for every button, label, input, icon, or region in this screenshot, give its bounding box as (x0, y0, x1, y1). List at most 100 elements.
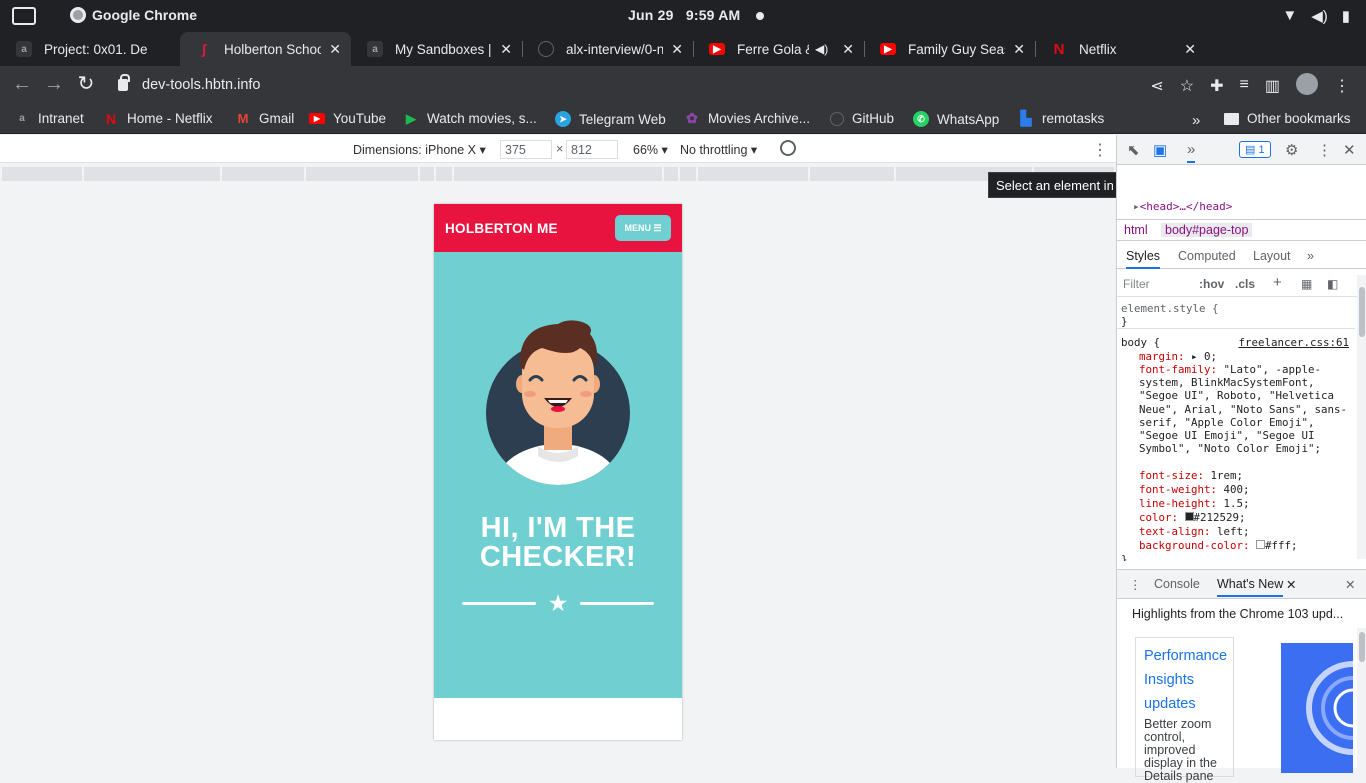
css-prop-color[interactable]: color: #212529; (1139, 511, 1246, 524)
body-rule-selector[interactable]: body { (1121, 336, 1160, 349)
bookmark-star-icon[interactable]: ☆ (1180, 76, 1194, 96)
tab-computed[interactable]: Computed (1178, 249, 1236, 263)
lock-icon[interactable] (118, 74, 130, 91)
element-style-rule[interactable]: element.style { (1121, 302, 1219, 315)
close-tab-icon[interactable]: ✕ (1184, 41, 1196, 58)
ruler-segment[interactable] (222, 167, 304, 181)
ruler-segment[interactable] (2, 167, 82, 181)
whats-new-scrollbar[interactable] (1357, 628, 1366, 768)
tab-project[interactable]: a Project: 0x01. De (0, 32, 180, 66)
system-tray[interactable]: ▼ ◀) ▮ (1282, 7, 1350, 25)
source-link[interactable]: freelancer.css:61 (1238, 336, 1349, 349)
ruler-segment[interactable] (698, 167, 808, 181)
close-tab-icon[interactable]: ✕ (671, 41, 683, 58)
rotate-icon[interactable] (780, 140, 796, 156)
css-prop-background-color[interactable]: background-color: #fff; (1139, 539, 1298, 552)
device-toggle-icon[interactable]: ▣ (1153, 141, 1167, 159)
card-title[interactable]: Performance Insights updates (1144, 644, 1236, 716)
bookmark-telegram[interactable]: ➤ Telegram Web (555, 111, 666, 127)
expand-arrow-icon[interactable]: ▸ (1133, 200, 1140, 213)
dimensions-select[interactable]: Dimensions: iPhone X ▾ (353, 142, 486, 157)
tab-console[interactable]: Console (1154, 577, 1200, 591)
bookmark-youtube[interactable]: ▶ YouTube (309, 111, 386, 126)
scroll-thumb[interactable] (1359, 632, 1365, 662)
volume-icon[interactable]: ◀) (1311, 7, 1328, 25)
ruler-segment[interactable] (664, 167, 678, 181)
close-tab-icon[interactable]: ✕ (329, 41, 341, 58)
tab-family-guy[interactable]: ▶ Family Guy Seaso ✕ (864, 32, 1035, 66)
tab-netflix[interactable]: N Netflix ✕ (1035, 32, 1206, 66)
media-controls-icon[interactable]: ≡ (1240, 76, 1249, 96)
close-tab-icon[interactable]: ✕ (500, 41, 512, 58)
new-rule-icon[interactable]: + (1273, 274, 1282, 291)
bookmark-gmail[interactable]: M Gmail (235, 111, 295, 126)
extensions-icon[interactable]: ✚ (1210, 76, 1223, 96)
bookmark-watch-movies[interactable]: ▶ Watch movies, s... (403, 111, 537, 127)
filter-input[interactable]: Filter (1123, 277, 1150, 291)
close-tab-icon[interactable]: ✕ (1013, 41, 1025, 58)
ruler-segment[interactable] (810, 167, 894, 181)
ruler-segment[interactable] (454, 167, 662, 181)
close-whats-new-icon[interactable]: ✕ (1286, 577, 1296, 592)
ruler-segment[interactable] (420, 167, 434, 181)
reload-icon[interactable]: ↻ (75, 74, 97, 96)
side-panel-icon[interactable]: ▥ (1265, 76, 1280, 96)
share-icon[interactable]: ⋖ (1150, 76, 1163, 96)
devtools-menu-icon[interactable]: ⋮ (1317, 141, 1332, 159)
close-devtools-icon[interactable]: ✕ (1343, 141, 1356, 159)
media-query-ruler[interactable] (0, 166, 1116, 182)
ruler-segment[interactable] (84, 167, 220, 181)
cls-toggle[interactable]: .cls (1235, 277, 1255, 291)
tab-sandboxes[interactable]: a My Sandboxes | A ✕ (351, 32, 522, 66)
tab-ferre-gola[interactable]: ▶ Ferre Gola & F ◀) ✕ (693, 32, 864, 66)
more-bookmarks-icon[interactable]: » (1192, 112, 1200, 129)
throttling-select[interactable]: No throttling ▾ (680, 142, 757, 157)
bookmark-movies-archive[interactable]: ✿ Movies Archive... (684, 110, 810, 126)
site-brand-link[interactable]: HOLBERTON ME (445, 221, 558, 236)
battery-icon[interactable]: ▮ (1342, 7, 1350, 25)
tab-whats-new[interactable]: What's New (1217, 577, 1284, 597)
bookmark-github[interactable]: GitHub (830, 111, 894, 126)
issues-badge[interactable]: ▤ 1 (1239, 141, 1271, 158)
menu-button[interactable]: MENU ☰ (615, 215, 671, 241)
forward-icon[interactable]: → (43, 74, 65, 96)
css-prop-font-weight[interactable]: font-weight: 400; (1139, 483, 1250, 496)
zoom-select[interactable]: 66% ▾ (633, 142, 668, 157)
ruler-segment[interactable] (306, 167, 418, 181)
close-tab-icon[interactable]: ✕ (842, 41, 854, 58)
wifi-icon[interactable]: ▼ (1282, 7, 1297, 25)
feature-card[interactable]: Performance Insights updates Better zoom… (1135, 637, 1236, 783)
crumb-html[interactable]: html (1124, 223, 1148, 237)
tab-layout[interactable]: Layout (1253, 249, 1291, 263)
audio-playing-icon[interactable]: ◀) (815, 42, 828, 56)
css-prop-margin[interactable]: margin: ▸ 0; (1139, 350, 1217, 363)
crumb-body[interactable]: body#page-top (1161, 223, 1253, 237)
css-prop-text-align[interactable]: text-align: left; (1139, 525, 1250, 538)
bookmark-intranet[interactable]: a Intranet (14, 111, 84, 126)
profile-avatar-icon[interactable] (1296, 73, 1318, 95)
drawer-menu-icon[interactable]: ⋮ (1129, 577, 1142, 592)
back-icon[interactable]: ← (11, 74, 33, 96)
device-more-icon[interactable]: ⋮ (1092, 140, 1108, 160)
other-bookmarks[interactable]: Other bookmarks (1224, 111, 1351, 126)
tab-holberton[interactable]: ʃ Holberton Schoo ✕ (180, 32, 351, 66)
more-tabs-icon[interactable]: » (1307, 249, 1314, 263)
scroll-thumb[interactable] (1359, 287, 1365, 337)
color-swatch[interactable] (1256, 540, 1266, 549)
settings-gear-icon[interactable]: ⚙ (1285, 141, 1298, 159)
css-prop-line-height[interactable]: line-height: 1.5; (1139, 497, 1250, 510)
ruler-segment[interactable] (680, 167, 696, 181)
css-prop-font-size[interactable]: font-size: 1rem; (1139, 469, 1243, 482)
height-input[interactable]: 812 (566, 140, 618, 159)
width-input[interactable]: 375 (500, 140, 552, 159)
css-prop-font-family[interactable]: font-family: "Lato", -apple-system, Blin… (1139, 363, 1349, 455)
chrome-menu-icon[interactable]: ⋮ (1334, 76, 1350, 96)
head-node[interactable]: ▸<head>…</head> (1133, 200, 1232, 213)
color-swatch[interactable] (1184, 512, 1194, 521)
tab-styles[interactable]: Styles (1126, 249, 1161, 269)
bookmark-remotasks[interactable]: ▙ remotasks (1018, 110, 1105, 126)
ruler-segment[interactable] (436, 167, 452, 181)
address-bar[interactable]: dev-tools.hbtn.info (104, 70, 1194, 100)
launcher-icon[interactable] (12, 7, 36, 25)
tab-alx-interview[interactable]: alx-interview/0-n ✕ (522, 32, 693, 66)
